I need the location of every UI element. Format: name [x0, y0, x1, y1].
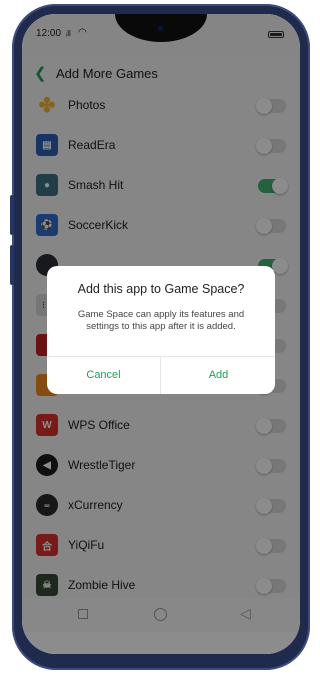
confirm-dialog: Add this app to Game Space? Game Space c…	[47, 266, 275, 394]
divider	[160, 357, 161, 394]
screen: 12:00 ᵢll ◠ ❮ Add More Games ✤ Photos ▤ …	[22, 14, 300, 654]
dialog-title: Add this app to Game Space?	[77, 282, 245, 296]
volume-button	[10, 195, 14, 235]
dialog-message: Game Space can apply its features and se…	[77, 309, 245, 332]
add-button[interactable]: Add	[162, 357, 275, 394]
volume-button	[10, 245, 14, 285]
cancel-button[interactable]: Cancel	[47, 357, 160, 394]
